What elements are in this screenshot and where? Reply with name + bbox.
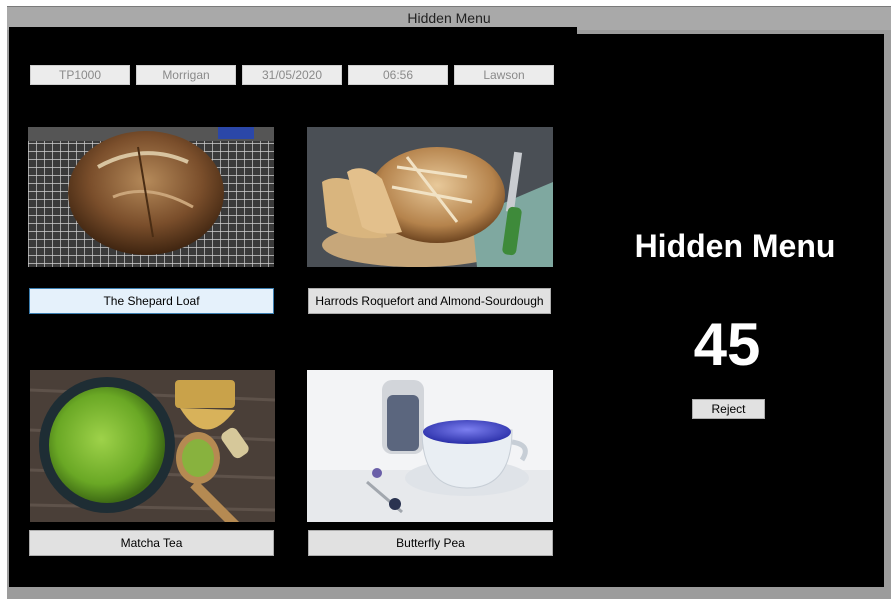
till-id-field: TP1000	[30, 65, 130, 85]
item-count: 45	[693, 311, 761, 378]
roquefort-sourdough-image	[307, 127, 553, 267]
staff-name-field: Morrigan	[136, 65, 236, 85]
panel-heading: Hidden Menu	[634, 228, 836, 264]
matcha-tea-button[interactable]: Matcha Tea	[29, 530, 274, 556]
matcha-tea-image	[30, 370, 275, 522]
location-field: Lawson	[454, 65, 554, 85]
reject-button[interactable]: Reject	[692, 399, 765, 419]
butterfly-pea-button[interactable]: Butterfly Pea	[308, 530, 553, 556]
date-field: 31/05/2020	[242, 65, 342, 85]
time-field: 06:56	[348, 65, 448, 85]
shepard-loaf-button[interactable]: The Shepard Loaf	[29, 288, 274, 314]
shepard-loaf-image	[28, 127, 274, 267]
window-title: Hidden Menu	[407, 10, 491, 26]
butterfly-pea-image	[307, 370, 553, 522]
panel-divider	[568, 27, 577, 587]
roquefort-sourdough-button[interactable]: Harrods Roquefort and Almond-Sourdough	[308, 288, 551, 314]
